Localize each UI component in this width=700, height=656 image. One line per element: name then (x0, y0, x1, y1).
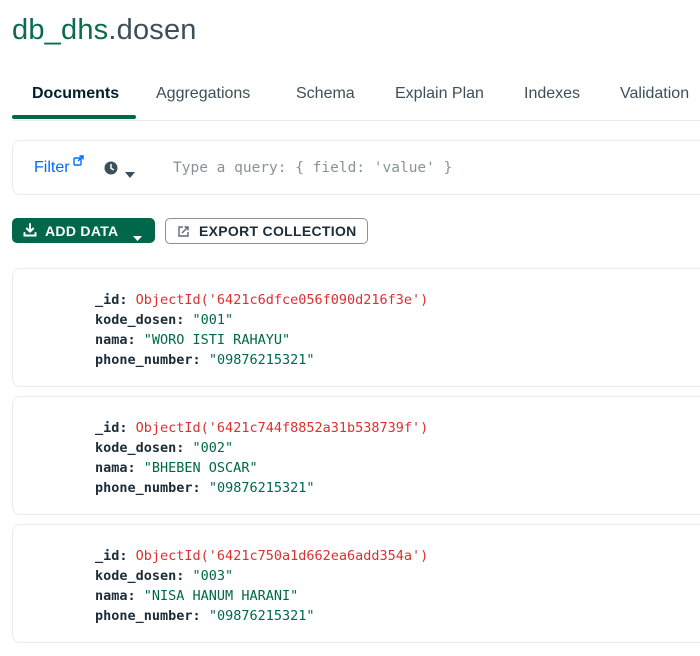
field-key: kode_dosen: (95, 568, 185, 584)
tab-validation[interactable]: Validation (620, 85, 689, 103)
document-card[interactable]: _id: ObjectId('6421c6dfce056f090d216f3e'… (12, 268, 700, 387)
field-value: "09876215321" (208, 608, 315, 624)
tab-bar: Documents Aggregations Schema Explain Pl… (12, 70, 700, 121)
field-key: kode_dosen: (95, 440, 185, 456)
tab-documents[interactable]: Documents (32, 85, 119, 103)
field-value: "003" (192, 568, 234, 584)
field-value: ObjectId('6421c750a1d662ea6add354a') (135, 548, 429, 564)
field-value: "NISA HANUM HARANI" (143, 588, 299, 604)
filter-link[interactable]: Filter (34, 159, 70, 177)
field-value: "09876215321" (208, 352, 315, 368)
field-value: "WORO ISTI RAHAYU" (143, 332, 291, 348)
export-collection-button[interactable]: EXPORT COLLECTION (165, 218, 368, 244)
external-link-icon[interactable] (73, 153, 84, 171)
field-key: phone_number: (95, 608, 201, 624)
field-value: ObjectId('6421c6dfce056f090d216f3e') (135, 292, 429, 308)
add-data-label: ADD DATA (45, 223, 119, 239)
caret-down-icon[interactable] (125, 165, 135, 183)
field-value: "002" (192, 440, 234, 456)
field-value: "09876215321" (208, 480, 315, 496)
collection-name: dosen (116, 14, 197, 46)
field-key: nama: (95, 332, 136, 348)
download-icon (23, 223, 37, 240)
chevron-down-icon (133, 228, 142, 244)
add-data-button[interactable]: ADD DATA (12, 218, 155, 243)
field-value: "001" (192, 312, 234, 328)
tab-explain-plan[interactable]: Explain Plan (395, 85, 484, 103)
tab-aggregations[interactable]: Aggregations (156, 85, 250, 103)
tab-indexes[interactable]: Indexes (524, 85, 580, 103)
active-tab-indicator (12, 115, 136, 119)
field-key: _id: (95, 548, 128, 564)
collection-title: db_dhs.dosen (12, 14, 197, 47)
field-key: _id: (95, 292, 128, 308)
history-icon[interactable] (104, 161, 118, 180)
field-key: nama: (95, 460, 136, 476)
document-card[interactable]: _id: ObjectId('6421c750a1d662ea6add354a'… (12, 524, 700, 643)
field-key: phone_number: (95, 352, 201, 368)
field-value: ObjectId('6421c744f8852a31b538739f') (135, 420, 429, 436)
query-input[interactable] (173, 156, 700, 180)
tab-schema[interactable]: Schema (296, 85, 355, 103)
export-collection-label: EXPORT COLLECTION (199, 223, 357, 239)
field-key: nama: (95, 588, 136, 604)
database-name: db_dhs (12, 14, 109, 46)
field-key: kode_dosen: (95, 312, 185, 328)
field-key: _id: (95, 420, 128, 436)
export-icon (177, 225, 190, 241)
field-value: "BHEBEN OSCAR" (143, 460, 258, 476)
title-dot: . (108, 14, 117, 46)
document-card[interactable]: _id: ObjectId('6421c744f8852a31b538739f'… (12, 396, 700, 515)
query-bar: Filter (12, 140, 700, 195)
field-key: phone_number: (95, 480, 201, 496)
